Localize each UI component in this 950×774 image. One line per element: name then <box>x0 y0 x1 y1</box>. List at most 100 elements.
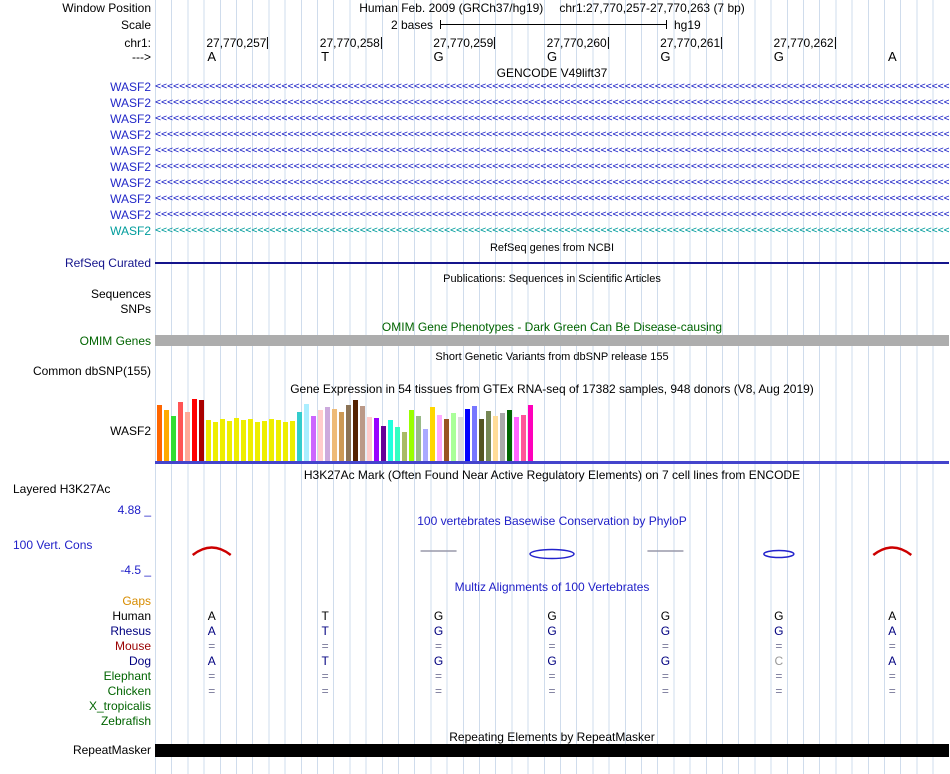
track-title-h3k27ac[interactable]: H3K27Ac Mark (Often Found Near Active Re… <box>155 468 949 482</box>
gtex-tissue-bar[interactable] <box>444 419 449 462</box>
gtex-tissue-bar[interactable] <box>374 418 379 462</box>
gtex-tissue-bar[interactable] <box>451 413 456 462</box>
alignment-row-mouse[interactable]: = = = = = = = <box>155 639 949 653</box>
gtex-tissue-bar[interactable] <box>493 416 498 462</box>
gtex-tissue-bar[interactable] <box>479 419 484 462</box>
gtex-tissue-bar[interactable] <box>388 420 393 462</box>
gtex-tissue-bar[interactable] <box>528 405 533 462</box>
gtex-tissue-bar[interactable] <box>178 402 183 462</box>
gtex-tissue-bar[interactable] <box>318 410 323 462</box>
gene-intron-arrows[interactable]: <<<<<<<<<<<<<<<<<<<<<<<<<<<<<<<<<<<<<<<<… <box>155 97 949 109</box>
gtex-tissue-bar[interactable] <box>367 417 372 462</box>
gtex-tissue-bar[interactable] <box>283 422 288 462</box>
alignment-row-elephant[interactable]: = = = = = = = <box>155 669 949 683</box>
scale-genome: hg19 <box>674 18 701 32</box>
gtex-tissue-bar[interactable] <box>423 429 428 462</box>
gene-intron-arrows[interactable]: <<<<<<<<<<<<<<<<<<<<<<<<<<<<<<<<<<<<<<<<… <box>155 177 949 189</box>
refseq-curated-item[interactable] <box>155 262 949 264</box>
gtex-tissue-bar[interactable] <box>255 422 260 462</box>
base-letter: = <box>548 669 556 683</box>
gtex-tissue-bar[interactable] <box>220 419 225 462</box>
gtex-tissue-bar[interactable] <box>297 412 302 462</box>
track-title-gtex[interactable]: Gene Expression in 54 tissues from GTEx … <box>155 382 949 396</box>
gtex-tissue-bar[interactable] <box>500 413 505 462</box>
gtex-tissue-bar[interactable] <box>381 426 386 462</box>
omim-gene-item[interactable] <box>155 335 949 346</box>
gtex-tissue-bar[interactable] <box>507 410 512 462</box>
gtex-tissue-bar[interactable] <box>416 416 421 462</box>
gtex-tissue-bar[interactable] <box>430 407 435 462</box>
track-title-gencode[interactable]: GENCODE V49lift37 <box>155 66 949 80</box>
gtex-tissue-bar[interactable] <box>213 422 218 462</box>
gtex-tissue-bar[interactable] <box>164 410 169 462</box>
repeatmasker-item[interactable] <box>155 744 949 757</box>
gene-intron-arrows[interactable]: <<<<<<<<<<<<<<<<<<<<<<<<<<<<<<<<<<<<<<<<… <box>155 113 949 125</box>
gtex-tissue-bar[interactable] <box>290 421 295 462</box>
scale-bar <box>440 20 667 29</box>
phylop-peak-mark[interactable] <box>191 546 232 556</box>
alignment-row-zebrafish[interactable] <box>155 714 949 728</box>
gene-intron-arrows[interactable]: <<<<<<<<<<<<<<<<<<<<<<<<<<<<<<<<<<<<<<<<… <box>155 129 949 141</box>
gtex-tissue-bar[interactable] <box>514 417 519 462</box>
gtex-tissue-bar[interactable] <box>465 409 470 462</box>
gtex-tissue-bar[interactable] <box>346 405 351 462</box>
track-title-phylop[interactable]: 100 vertebrates Basewise Conservation by… <box>155 514 949 528</box>
gtex-tissue-bar[interactable] <box>234 418 239 462</box>
gtex-tissue-bar[interactable] <box>227 421 232 462</box>
track-title-repeatmasker[interactable]: Repeating Elements by RepeatMasker <box>155 730 949 744</box>
phylop-lens-mark[interactable] <box>529 548 575 560</box>
gtex-tissue-bar[interactable] <box>353 400 358 462</box>
gene-intron-arrows[interactable]: <<<<<<<<<<<<<<<<<<<<<<<<<<<<<<<<<<<<<<<<… <box>155 209 949 221</box>
gtex-tissue-bar[interactable] <box>409 410 414 462</box>
gene-intron-arrows[interactable]: <<<<<<<<<<<<<<<<<<<<<<<<<<<<<<<<<<<<<<<<… <box>155 161 949 173</box>
gtex-tissue-bar[interactable] <box>332 409 337 462</box>
gtex-tissue-bar[interactable] <box>248 419 253 462</box>
track-title-dbsnp[interactable]: Short Genetic Variants from dbSNP releas… <box>155 350 949 364</box>
gtex-tissue-bar[interactable] <box>472 406 477 462</box>
track-title-publications[interactable]: Publications: Sequences in Scientific Ar… <box>155 272 949 286</box>
species-label-rhesus: Rhesus <box>110 624 151 638</box>
gtex-tissue-bar[interactable] <box>521 415 526 462</box>
alignment-row-dog[interactable]: ATGGGCA <box>155 654 949 668</box>
gtex-tissue-bar[interactable] <box>185 412 190 462</box>
gtex-tissue-bar[interactable] <box>437 415 442 462</box>
gtex-tissue-bar[interactable] <box>486 411 491 462</box>
gtex-tissue-bar[interactable] <box>325 407 330 462</box>
alignment-row-human[interactable]: ATGGGGA <box>155 609 949 623</box>
gtex-tissue-bar[interactable] <box>157 405 162 462</box>
gtex-tissue-bar[interactable] <box>206 420 211 462</box>
alignment-row-x-tropicalis[interactable] <box>155 699 949 713</box>
gtex-tissue-bar[interactable] <box>192 399 197 462</box>
gene-intron-arrows[interactable]: <<<<<<<<<<<<<<<<<<<<<<<<<<<<<<<<<<<<<<<<… <box>155 225 949 237</box>
gtex-tissue-bar[interactable] <box>458 417 463 462</box>
gtex-tissue-bar[interactable] <box>360 406 365 462</box>
position-title: chr1:27,770,257-27,770,263 (7 bp) <box>559 1 745 15</box>
track-title-multiz[interactable]: Multiz Alignments of 100 Vertebrates <box>155 580 949 594</box>
gtex-gene-model-line[interactable] <box>155 461 949 464</box>
gtex-tissue-bar[interactable] <box>339 412 344 462</box>
gtex-tissue-bar[interactable] <box>199 400 204 462</box>
gtex-tissue-bar[interactable] <box>276 420 281 462</box>
gtex-tissue-bar[interactable] <box>311 416 316 462</box>
track-title-refseq[interactable]: RefSeq genes from NCBI <box>155 241 949 255</box>
gene-intron-arrows[interactable]: <<<<<<<<<<<<<<<<<<<<<<<<<<<<<<<<<<<<<<<<… <box>155 81 949 93</box>
gtex-tissue-bar[interactable] <box>171 416 176 462</box>
gene-intron-arrows[interactable]: <<<<<<<<<<<<<<<<<<<<<<<<<<<<<<<<<<<<<<<<… <box>155 145 949 157</box>
alignment-row-chicken[interactable]: = = = = = = = <box>155 684 949 698</box>
track-title-omim[interactable]: OMIM Gene Phenotypes - Dark Green Can Be… <box>155 320 949 334</box>
base-letter: = <box>548 684 556 698</box>
gene-intron-arrows[interactable]: <<<<<<<<<<<<<<<<<<<<<<<<<<<<<<<<<<<<<<<<… <box>155 193 949 205</box>
gtex-tissue-bar[interactable] <box>269 419 274 462</box>
gtex-tissue-bar[interactable] <box>402 432 407 462</box>
gtex-tissue-bar[interactable] <box>395 427 400 462</box>
gtex-expression-barchart[interactable] <box>157 396 535 462</box>
coordinate-ruler[interactable]: 27,770,257 27,770,258 27,770,259 27,770,260… <box>155 36 949 50</box>
gtex-tissue-bar[interactable] <box>241 420 246 462</box>
phylop-peak-mark[interactable] <box>872 546 913 556</box>
coordinate-label: 27,770,261 <box>660 36 723 50</box>
gtex-tissue-bar[interactable] <box>262 421 267 462</box>
alignment-row-rhesus[interactable]: ATGGGGA <box>155 624 949 638</box>
phylop-lens-mark[interactable] <box>763 549 795 559</box>
gtex-tissue-bar[interactable] <box>304 404 309 462</box>
phylop-conservation-track[interactable] <box>155 528 949 574</box>
